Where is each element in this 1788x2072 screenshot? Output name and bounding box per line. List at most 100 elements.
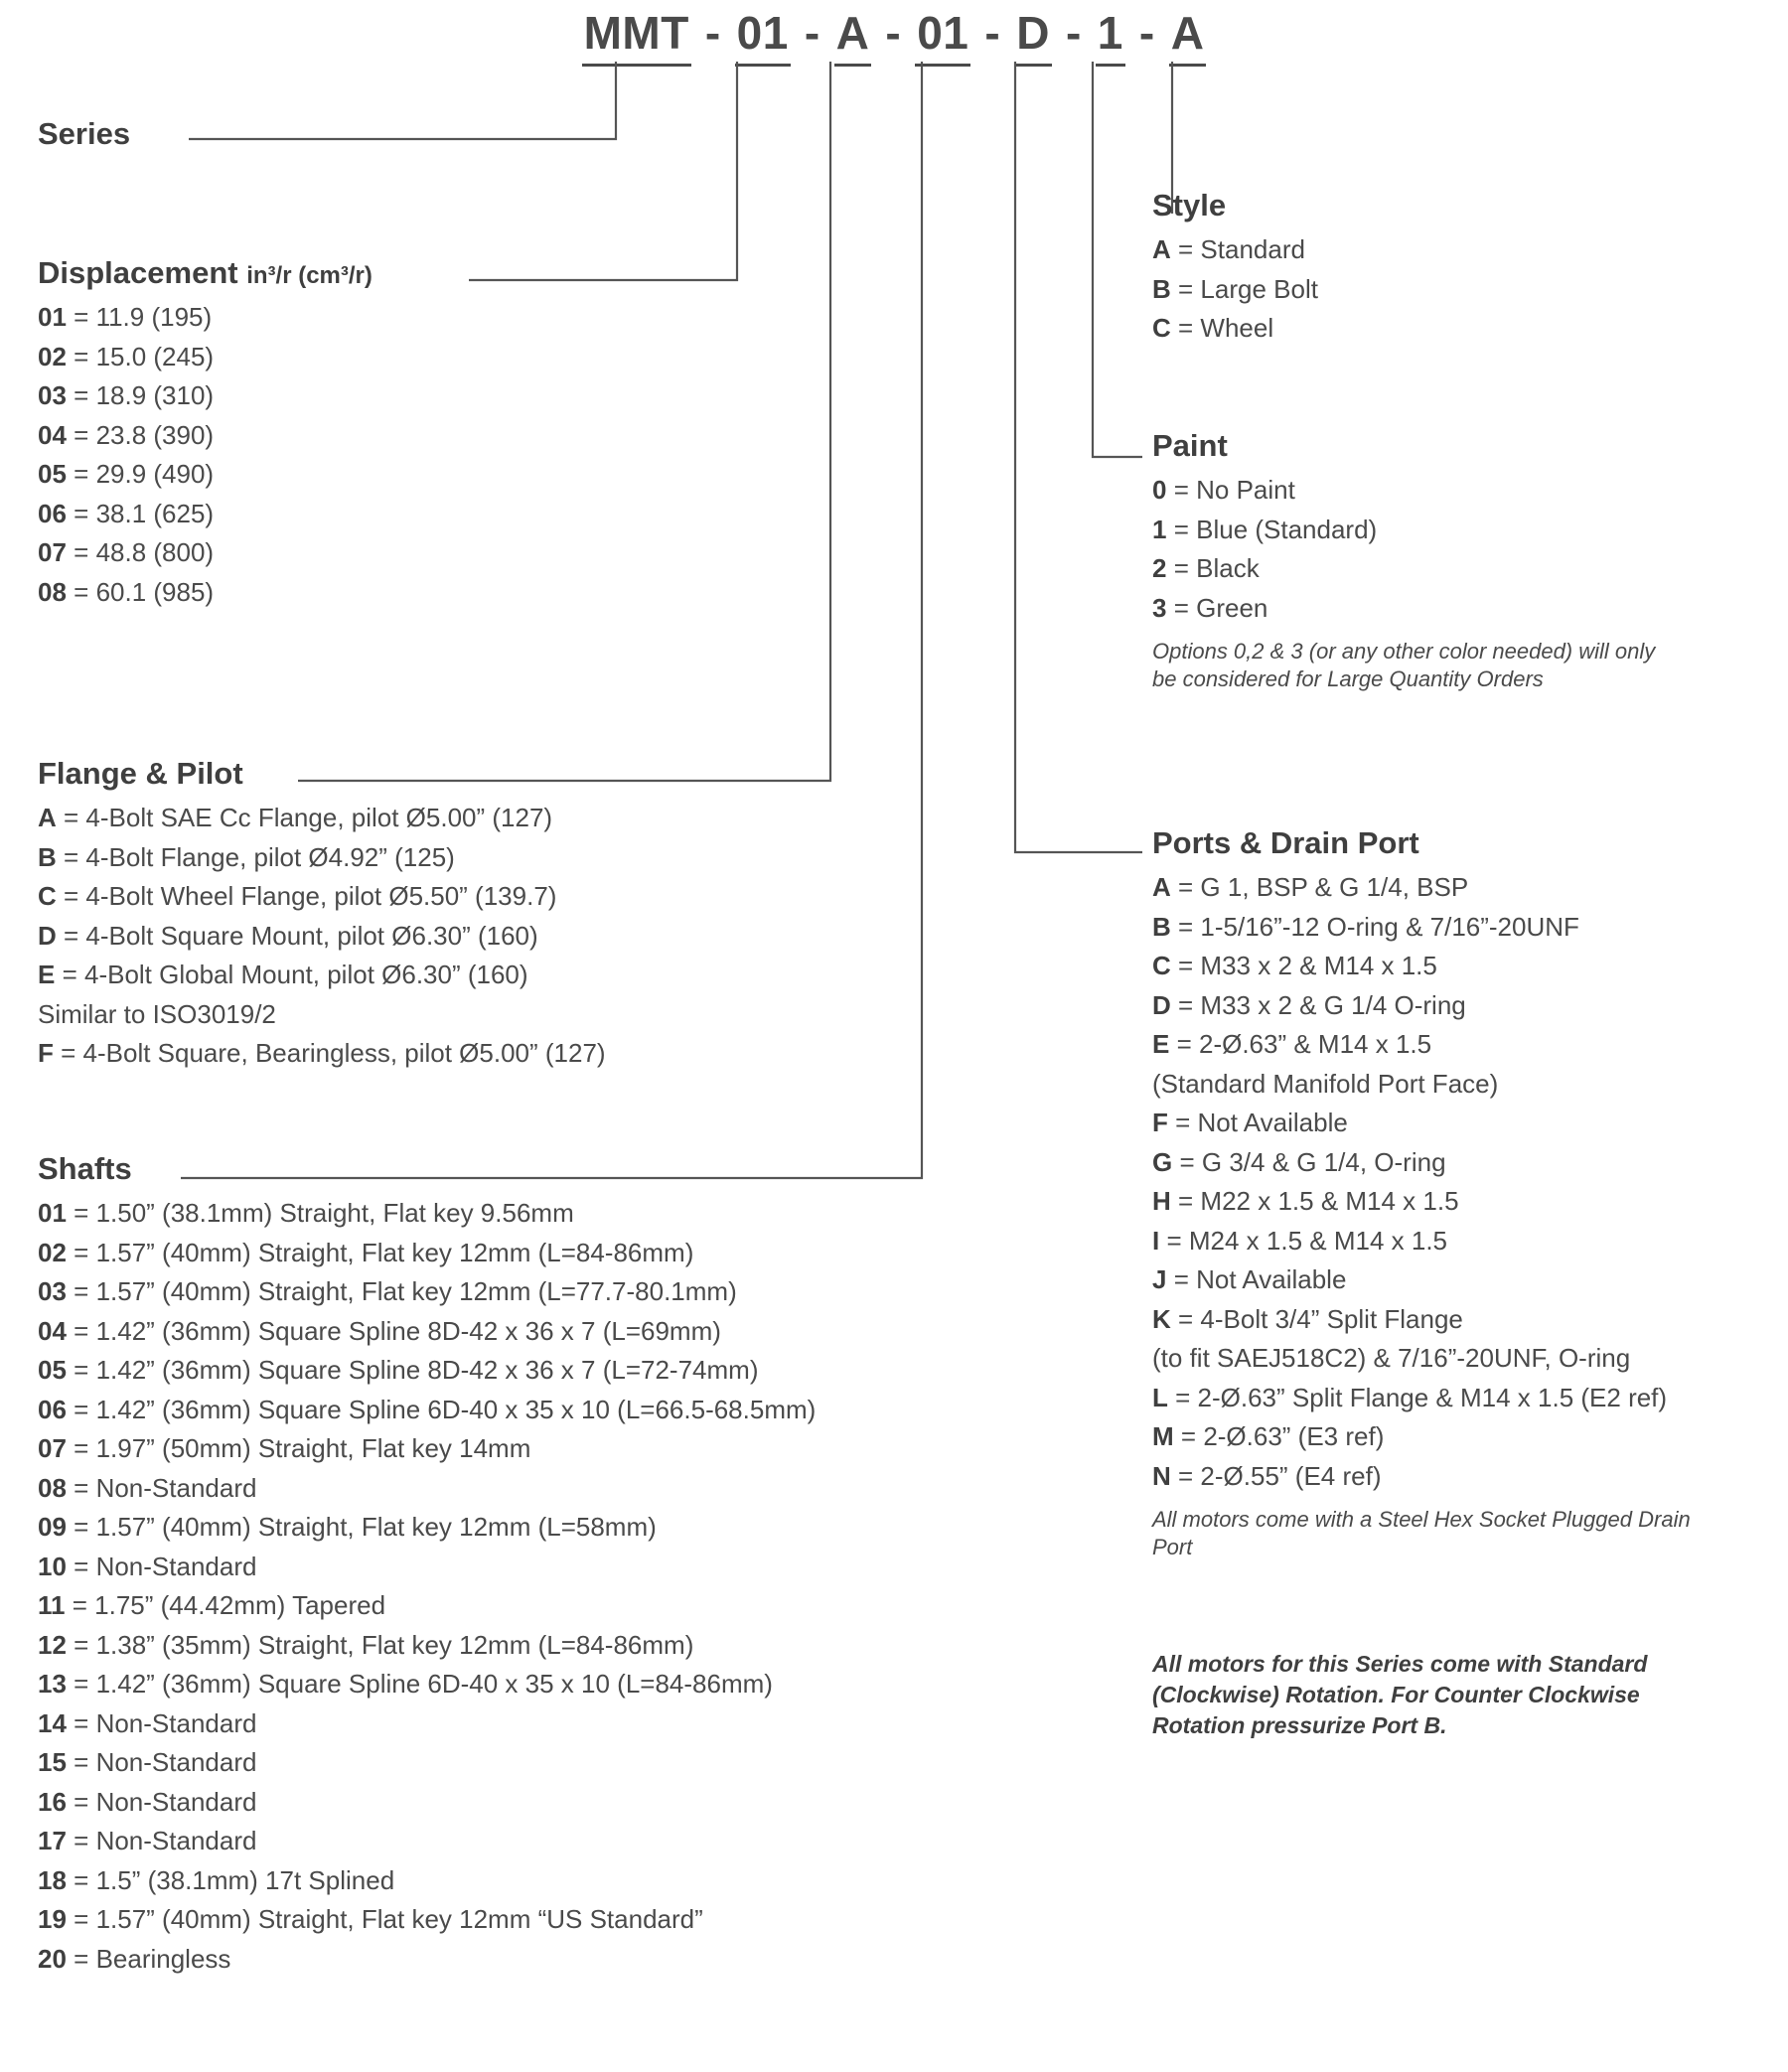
list-item: D = M33 x 2 & G 1/4 O-ring	[1152, 989, 1466, 1020]
model-code-segment-1: 01	[734, 6, 791, 67]
list-item: 14 = Non-Standard	[38, 1707, 257, 1738]
section-ports-drain-port: Ports & Drain Port A = G 1, BSP & G 1/4,…	[1152, 825, 1709, 1561]
leader-displacement	[469, 62, 739, 282]
list-item: C = 4-Bolt Wheel Flange, pilot Ø5.50” (1…	[38, 881, 557, 912]
paint-title: Paint	[1152, 428, 1228, 463]
list-item: B = Large Bolt	[1152, 273, 1318, 304]
list-item: J = Not Available	[1152, 1264, 1347, 1295]
model-code-separator: -	[885, 7, 902, 59]
list-item: 04 = 1.42” (36mm) Square Spline 8D-42 x …	[38, 1315, 721, 1346]
list-item: G = G 3/4 & G 1/4, O-ring	[1152, 1146, 1446, 1177]
list-item: 08 = 60.1 (985)	[38, 576, 215, 607]
displacement-units: in³/r (cm³/r)	[246, 262, 372, 289]
ports-drain-port-note: All motors come with a Steel Hex Socket …	[1152, 1507, 1691, 1560]
paint-note: Options 0,2 & 3 (or any other color need…	[1152, 639, 1656, 692]
ports-drain-port-title: Ports & Drain Port	[1152, 825, 1419, 860]
model-code-separator: -	[704, 7, 721, 59]
list-item: 20 = Bearingless	[38, 1943, 231, 1974]
ports-drain-port-continuation: (Standard Manifold Port Face)	[1152, 1068, 1499, 1099]
list-item: C = M33 x 2 & M14 x 1.5	[1152, 951, 1437, 981]
paint-option-list: 0 = No Paint 1 = Blue (Standard) 2 = Bla…	[1152, 471, 1669, 628]
list-item: A = G 1, BSP & G 1/4, BSP	[1152, 872, 1469, 903]
list-item: I = M24 x 1.5 & M14 x 1.5	[1152, 1225, 1448, 1256]
list-item: 07 = 1.97” (50mm) Straight, Flat key 14m…	[38, 1433, 531, 1464]
shafts-option-list: 01 = 1.50” (38.1mm) Straight, Flat key 9…	[38, 1194, 816, 1979]
model-code-separator: -	[1065, 7, 1082, 59]
list-item: 07 = 48.8 (800)	[38, 537, 215, 568]
model-code-separator: -	[984, 7, 1001, 59]
list-item: 17 = Non-Standard	[38, 1826, 257, 1856]
list-item: 3 = Green	[1152, 592, 1268, 623]
list-item: 01 = 11.9 (195)	[38, 302, 213, 333]
model-code-segment-5: 1	[1095, 6, 1125, 67]
list-item: K = 4-Bolt 3/4” Split Flange	[1152, 1303, 1463, 1334]
list-item: 10 = Non-Standard	[38, 1551, 257, 1581]
list-item: E = 2-Ø.63” & M14 x 1.5	[1152, 1029, 1432, 1060]
list-item: 13 = 1.42” (36mm) Square Spline 6D-40 x …	[38, 1669, 773, 1700]
list-item: 15 = Non-Standard	[38, 1747, 257, 1778]
list-item: 06 = 38.1 (625)	[38, 498, 215, 528]
list-item: 16 = Non-Standard	[38, 1786, 257, 1817]
displacement-title-text: Displacement	[38, 255, 238, 290]
model-code-separator: -	[1138, 7, 1155, 59]
list-item: A = Standard	[1152, 234, 1305, 265]
list-item: 03 = 1.57” (40mm) Straight, Flat key 12m…	[38, 1276, 737, 1307]
list-item: A = 4-Bolt SAE Cc Flange, pilot Ø5.00” (…	[38, 803, 553, 833]
style-title: Style	[1152, 188, 1227, 222]
leader-series	[189, 62, 618, 141]
list-item: B = 1-5/16”-12 O-ring & 7/16”-20UNF	[1152, 911, 1579, 942]
list-item: 05 = 1.42” (36mm) Square Spline 8D-42 x …	[38, 1355, 759, 1386]
list-item: 1 = Blue (Standard)	[1152, 514, 1378, 544]
section-shafts: Shafts 01 = 1.50” (38.1mm) Straight, Fla…	[38, 1151, 816, 1979]
shafts-title: Shafts	[38, 1151, 132, 1186]
section-paint: Paint 0 = No Paint 1 = Blue (Standard) 2…	[1152, 428, 1669, 693]
displacement-title: Displacement in³/r (cm³/r)	[38, 255, 372, 290]
ports-drain-port-option-list: A = G 1, BSP & G 1/4, BSP B = 1-5/16”-12…	[1152, 868, 1709, 1496]
model-code-segment-6: A	[1168, 6, 1207, 67]
list-item: H = M22 x 1.5 & M14 x 1.5	[1152, 1186, 1459, 1217]
ports-drain-port-continuation-2: (to fit SAEJ518C2) & 7/16”-20UNF, O-ring	[1152, 1343, 1631, 1374]
list-item: 02 = 15.0 (245)	[38, 341, 215, 371]
list-item: N = 2-Ø.55” (E4 ref)	[1152, 1460, 1382, 1491]
displacement-option-list: 01 = 11.9 (195) 02 = 15.0 (245) 03 = 18.…	[38, 298, 372, 612]
list-item: L = 2-Ø.63” Split Flange & M14 x 1.5 (E2…	[1152, 1382, 1668, 1412]
list-item: D = 4-Bolt Square Mount, pilot Ø6.30” (1…	[38, 920, 538, 951]
model-code-separator: -	[804, 7, 820, 59]
model-code-header: MMT -01- A -01- D -1- A	[0, 6, 1788, 67]
list-item: 03 = 18.9 (310)	[38, 380, 215, 411]
list-item: 2 = Black	[1152, 553, 1260, 584]
list-item: 09 = 1.57” (40mm) Straight, Flat key 12m…	[38, 1512, 657, 1543]
section-flange-pilot: Flange & Pilot A = 4-Bolt SAE Cc Flange,…	[38, 756, 606, 1074]
rotation-note: All motors for this Series come with Sta…	[1152, 1651, 1648, 1738]
list-item: 0 = No Paint	[1152, 475, 1295, 506]
section-style: Style A = Standard B = Large Bolt C = Wh…	[1152, 188, 1318, 349]
list-item: 19 = 1.57” (40mm) Straight, Flat key 12m…	[38, 1904, 703, 1935]
flange-pilot-continuation: Similar to ISO3019/2	[38, 998, 276, 1029]
list-item: E = 4-Bolt Global Mount, pilot Ø6.30” (1…	[38, 960, 528, 990]
list-item: B = 4-Bolt Flange, pilot Ø4.92” (125)	[38, 841, 455, 872]
leader-paint	[1091, 62, 1142, 459]
model-code-segment-4: D	[1014, 6, 1052, 67]
leader-ports	[1013, 62, 1142, 854]
flange-pilot-title: Flange & Pilot	[38, 756, 243, 791]
style-option-list: A = Standard B = Large Bolt C = Wheel	[1152, 230, 1318, 349]
list-item: 18 = 1.5” (38.1mm) 17t Splined	[38, 1864, 395, 1895]
list-item: 12 = 1.38” (35mm) Straight, Flat key 12m…	[38, 1629, 694, 1660]
list-item: C = Wheel	[1152, 313, 1274, 344]
model-code-segment-2: A	[833, 6, 872, 67]
list-item: 04 = 23.8 (390)	[38, 419, 215, 450]
list-item: M = 2-Ø.63” (E3 ref)	[1152, 1421, 1385, 1452]
section-series: Series	[38, 116, 130, 151]
list-item: 08 = Non-Standard	[38, 1472, 257, 1503]
list-item: 05 = 29.9 (490)	[38, 459, 215, 490]
section-displacement: Displacement in³/r (cm³/r) 01 = 11.9 (19…	[38, 255, 372, 612]
list-item: 11 = 1.75” (44.42mm) Tapered	[38, 1590, 386, 1621]
model-code-segment-0: MMT	[581, 6, 691, 67]
model-code-segment-3: 01	[915, 6, 971, 67]
list-item: F = 4-Bolt Square, Bearingless, pilot Ø5…	[38, 1038, 606, 1069]
list-item: 06 = 1.42” (36mm) Square Spline 6D-40 x …	[38, 1394, 817, 1424]
list-item: F = Not Available	[1152, 1108, 1348, 1138]
list-item: 01 = 1.50” (38.1mm) Straight, Flat key 9…	[38, 1198, 574, 1229]
leader-flange	[298, 62, 832, 783]
flange-pilot-option-list: A = 4-Bolt SAE Cc Flange, pilot Ø5.00” (…	[38, 799, 606, 1074]
